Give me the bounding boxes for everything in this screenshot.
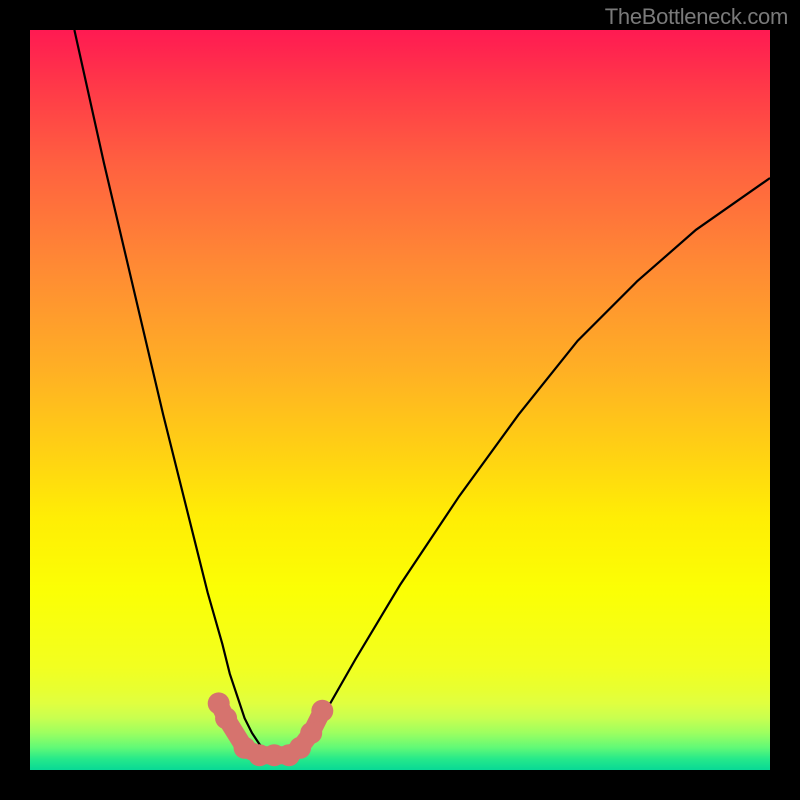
bottleneck-curve: [74, 30, 770, 755]
highlight-dot: [311, 700, 333, 722]
curve-layer: [30, 30, 770, 770]
watermark-text: TheBottleneck.com: [605, 4, 788, 30]
highlight-markers: [208, 692, 334, 766]
plot-area: [30, 30, 770, 770]
chart-frame: TheBottleneck.com: [0, 0, 800, 800]
highlight-dot: [300, 722, 322, 744]
highlight-dot: [215, 707, 237, 729]
